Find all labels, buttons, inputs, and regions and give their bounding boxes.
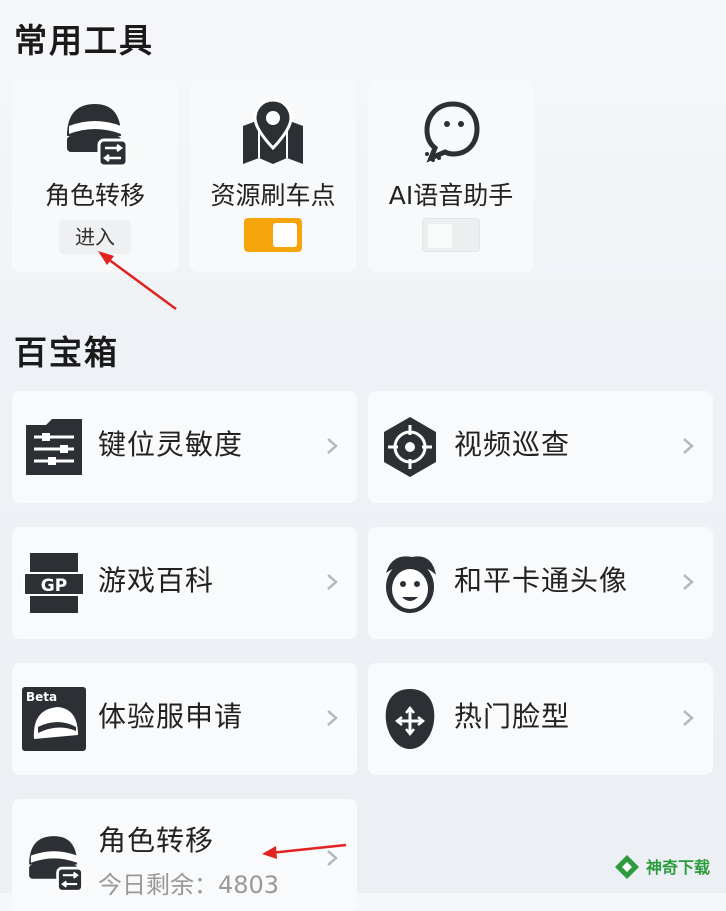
chevron-right-icon <box>327 850 338 866</box>
voice-bubble-icon <box>424 101 480 163</box>
box-item-cartoon-avatar[interactable]: 和平卡通头像 <box>368 527 713 639</box>
box-item-role-transfer[interactable]: 角色转移 今日剩余：4803 <box>12 799 357 911</box>
resource-toggle[interactable] <box>244 218 302 252</box>
helmet-swap-icon <box>29 836 84 893</box>
chevron-right-icon <box>683 710 694 726</box>
sliders-icon <box>26 419 82 475</box>
tool-card-resource-spawn[interactable]: 资源刷车点 <box>190 80 356 272</box>
toggle-knob <box>273 223 297 247</box>
watermark-logo-icon <box>615 855 639 879</box>
box-item-beta-apply[interactable]: Beta 体验服申请 <box>12 663 357 775</box>
enter-button[interactable]: 进入 <box>59 220 131 254</box>
ai-voice-toggle[interactable] <box>422 218 480 252</box>
tool-label: 资源刷车点 <box>210 181 336 210</box>
box-item-label: 视频巡查 <box>454 428 571 461</box>
box-item-label: 键位灵敏度 <box>98 428 244 461</box>
tools-section-title: 常用工具 <box>14 21 154 60</box>
beta-helmet-icon: Beta <box>22 687 86 751</box>
box-section-title: 百宝箱 <box>14 333 119 372</box>
chevron-right-icon <box>683 574 694 590</box>
box-item-label: 游戏百科 <box>98 564 215 597</box>
chevron-right-icon <box>327 438 338 454</box>
chevron-right-icon <box>327 574 338 590</box>
box-item-label: 和平卡通头像 <box>454 564 629 597</box>
tool-card-ai-voice[interactable]: AI语音助手 <box>368 80 534 272</box>
box-item-video-patrol[interactable]: 视频巡查 <box>368 391 713 503</box>
box-item-label: 体验服申请 <box>98 700 244 733</box>
box-item-key-sensitivity[interactable]: 键位灵敏度 <box>12 391 357 503</box>
box-item-game-wiki[interactable]: GP 游戏百科 <box>12 527 357 639</box>
svg-text:Beta: Beta <box>26 690 57 704</box>
tool-card-role-transfer[interactable]: 角色转移 进入 <box>12 80 178 272</box>
box-item-hot-faces[interactable]: 热门脸型 <box>368 663 713 775</box>
watermark: 神奇下载 <box>612 852 722 884</box>
crosshair-icon <box>384 417 436 477</box>
watermark-text: 神奇下载 <box>646 858 711 877</box>
gp-card-icon: GP <box>23 553 85 613</box>
chevron-right-icon <box>683 438 694 454</box>
cartoon-face-icon <box>386 556 436 613</box>
tool-label: AI语音助手 <box>388 181 514 210</box>
box-item-label: 角色转移 <box>98 824 215 857</box>
chevron-right-icon <box>327 710 338 726</box>
remaining-count: 今日剩余：4803 <box>98 871 280 899</box>
svg-text:GP: GP <box>41 576 67 596</box>
box-item-label: 热门脸型 <box>454 700 571 733</box>
map-pin-icon <box>243 98 303 164</box>
toggle-knob <box>428 224 452 248</box>
tool-label: 角色转移 <box>44 181 145 210</box>
helmet-swap-icon <box>67 104 129 168</box>
face-move-icon <box>385 689 435 749</box>
